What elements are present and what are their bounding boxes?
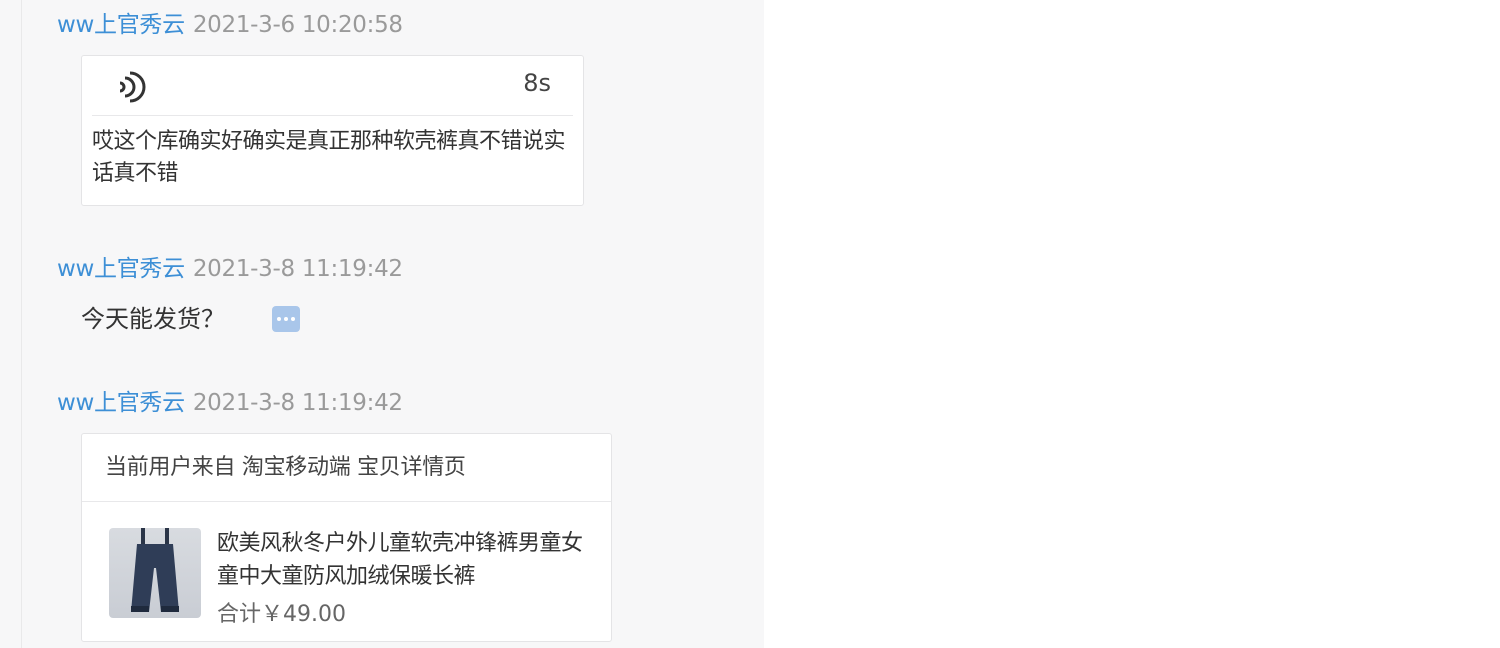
- voice-transcript: 哎这个库确实好确实是真正那种软壳裤真不错说实话真不错: [92, 129, 566, 186]
- voice-player[interactable]: 8s: [92, 56, 573, 116]
- voice-wave-icon[interactable]: [110, 67, 148, 105]
- message-header: ww上官秀云 2021-3-6 10:20:58: [57, 10, 403, 40]
- message-header: ww上官秀云 2021-3-8 11:19:42: [57, 388, 403, 418]
- product-card[interactable]: 当前用户来自 淘宝移动端 宝贝详情页 欧美风秋冬户外儿童软壳冲锋裤男童女童中大童…: [81, 433, 612, 642]
- sender-name[interactable]: ww上官秀云: [57, 256, 185, 282]
- visitor-source: 当前用户来自 淘宝移动端 宝贝详情页: [82, 434, 611, 502]
- message-time: 2021-3-8 11:19:42: [192, 256, 403, 282]
- sender-name[interactable]: ww上官秀云: [57, 12, 185, 38]
- voice-message-card[interactable]: 8s 哎这个库确实好确实是真正那种软壳裤真不错说实话真不错: [81, 55, 584, 206]
- product-price: 合计￥49.00: [217, 602, 346, 627]
- more-options-icon[interactable]: [272, 306, 300, 332]
- pants-image-icon: [131, 528, 179, 612]
- product-thumbnail[interactable]: [109, 528, 201, 618]
- product-title[interactable]: 欧美风秋冬户外儿童软壳冲锋裤男童女童中大童防风加绒保暖长裤: [217, 527, 587, 593]
- message-time: 2021-3-8 11:19:42: [192, 390, 403, 416]
- voice-duration: 8s: [523, 69, 551, 97]
- message-time: 2021-3-6 10:20:58: [192, 12, 403, 38]
- chat-panel: ww上官秀云 2021-3-6 10:20:58 8s 哎这个库确实好确实是真正那…: [0, 0, 764, 648]
- panel-divider: [21, 0, 22, 648]
- sender-name[interactable]: ww上官秀云: [57, 390, 185, 416]
- message-header: ww上官秀云 2021-3-8 11:19:42: [57, 254, 403, 284]
- text-message: 今天能发货？: [81, 305, 225, 333]
